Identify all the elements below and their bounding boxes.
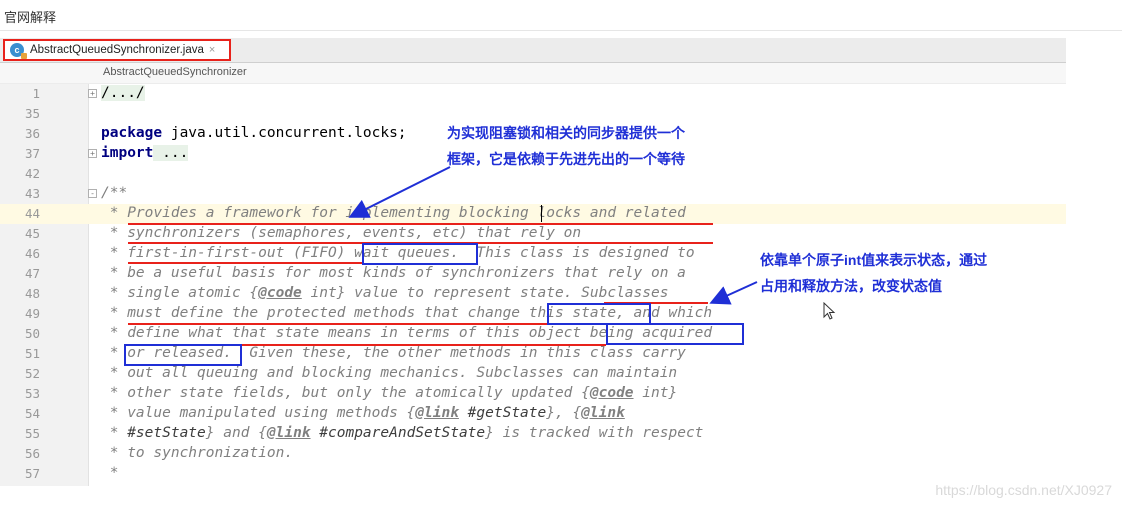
line-number: 47 [24,266,40,281]
caption-title: 官网解释 [4,10,57,25]
javadoc-tag: @code [589,385,634,401]
javadoc-ref: #compareAndSetState [310,425,486,441]
line-number: 42 [24,166,40,181]
code-text: import ... [101,145,189,161]
code-part: * other state fields, but only the atomi… [101,385,590,401]
red-underline [128,223,713,225]
annotation-queue: 为实现阻塞锁和相关的同步器提供一个 框架，它是依赖于先进先出的一个等待 [447,120,685,172]
line-number: 57 [24,466,40,481]
line-number: 35 [24,106,40,121]
keyword: import [101,145,154,161]
line-number: 45 [24,226,40,241]
javadoc-ref: #getState [458,405,547,421]
fold-collapse-icon[interactable]: - [88,189,97,198]
code-text: * value manipulated using methods {@link… [101,405,625,421]
code-text: * to synchronization. [101,445,294,461]
code-line: 45 * synchronizers (semaphores, events, … [0,224,1066,244]
line-number: 46 [24,246,40,261]
mouse-pointer-icon [823,302,836,320]
annotation-line: 框架，它是依赖于先进先出的一个等待 [447,151,685,167]
caption-bar: 官网解释 [0,0,1122,31]
line-number: 54 [24,406,40,421]
javadoc-tag: @link [415,405,459,421]
code-line: 57 * [0,464,1066,484]
code-part: * [101,425,128,441]
line-number: 43 [24,186,40,201]
code-text: * other state fields, but only the atomi… [101,385,677,401]
code-text: * be a useful basis for most kinds of sy… [101,265,686,281]
code-line: 55 * #setState} and {@link #compareAndSe… [0,424,1066,444]
line-number: 51 [24,346,40,361]
code-line: 50 * define what that state means in ter… [0,324,1066,344]
line-number: 55 [24,426,40,441]
keyword: package [101,125,163,141]
code-rest: java.util.concurrent.locks; [162,125,407,141]
annotation-state: 依靠单个原子int值来表示状态，通过 占用和释放方法，改变状态值 [760,247,987,299]
blue-highlight-box [547,303,651,325]
tab-abstract-queued-synchronizer[interactable]: c AbstractQueuedSynchronizer.java × [3,39,231,61]
code-line: 43 - /** [0,184,1066,204]
line-number: 50 [24,326,40,341]
code-text: * [101,465,119,481]
line-number: 1 [32,86,40,101]
line-number: 56 [24,446,40,461]
code-part: } is tracked with respect [485,425,704,441]
line-number: 52 [24,366,40,381]
code-part: } and { [205,425,267,441]
javadoc-tag: @link [581,405,625,421]
line-number: 37 [24,146,40,161]
code-part: * single atomic { [101,285,259,301]
code-text: * #setState} and {@link #compareAndSetSt… [101,425,704,441]
line-number: 53 [24,386,40,401]
code-line: 1 + /.../ [0,84,1066,104]
code-part: * value manipulated using methods { [101,405,416,421]
code-text: package java.util.concurrent.locks; [101,125,407,141]
code-line: 52 * out all queuing and blocking mechan… [0,364,1066,384]
code-line: 49 * must define the protected methods t… [0,304,1066,324]
editor-tab-strip: c AbstractQueuedSynchronizer.java × [0,38,1066,63]
fold-expand-icon[interactable]: + [88,149,97,158]
code-line: 53 * other state fields, but only the at… [0,384,1066,404]
line-number: 36 [24,126,40,141]
code-text: * Provides a framework for implementing … [101,205,686,221]
java-class-icon: c [10,43,27,59]
code-part: }, { [546,405,582,421]
close-icon[interactable]: × [209,44,215,56]
code-text: * out all queuing and blocking mechanics… [101,365,678,381]
blue-highlight-box [124,344,242,366]
watermark: https://blog.csdn.net/XJ0927 [935,482,1112,498]
line-number: 44 [24,206,40,221]
red-underline [128,262,364,264]
code-line-current: 44 * Provides a framework for implementi… [0,204,1066,224]
code-text: /** [101,185,128,201]
code-part: int} value to represent state. Subclasse… [301,285,669,301]
annotation-line: 为实现阻塞锁和相关的同步器提供一个 [447,125,685,141]
javadoc-tag: @code [258,285,302,301]
line-number: 48 [24,286,40,301]
javadoc-ref: #setState [127,425,206,441]
code-line: 54 * value manipulated using methods {@l… [0,404,1066,424]
folded-region[interactable]: /.../ [101,85,145,101]
breadcrumb-bar: AbstractQueuedSynchronizer [0,63,1066,84]
text-caret [541,205,542,222]
code-text: * synchronizers (semaphores, events, etc… [101,225,582,241]
blue-highlight-box [362,243,478,265]
blue-highlight-box [606,323,744,345]
red-underline [128,323,548,325]
annotation-line: 占用和释放方法，改变状态值 [760,278,942,294]
folded-region[interactable]: ... [153,145,189,161]
javadoc-tag: @link [266,425,311,441]
code-part: int} [633,385,678,401]
code-line: 56 * to synchronization. [0,444,1066,464]
code-text: /.../ [101,85,145,101]
annotation-line: 依靠单个原子int值来表示状态，通过 [760,252,988,268]
breadcrumb[interactable]: AbstractQueuedSynchronizer [103,66,247,78]
tab-label: AbstractQueuedSynchronizer.java [30,44,204,56]
line-number: 49 [24,306,40,321]
fold-expand-icon[interactable]: + [88,89,97,98]
code-text: * single atomic {@code int} value to rep… [101,285,669,301]
